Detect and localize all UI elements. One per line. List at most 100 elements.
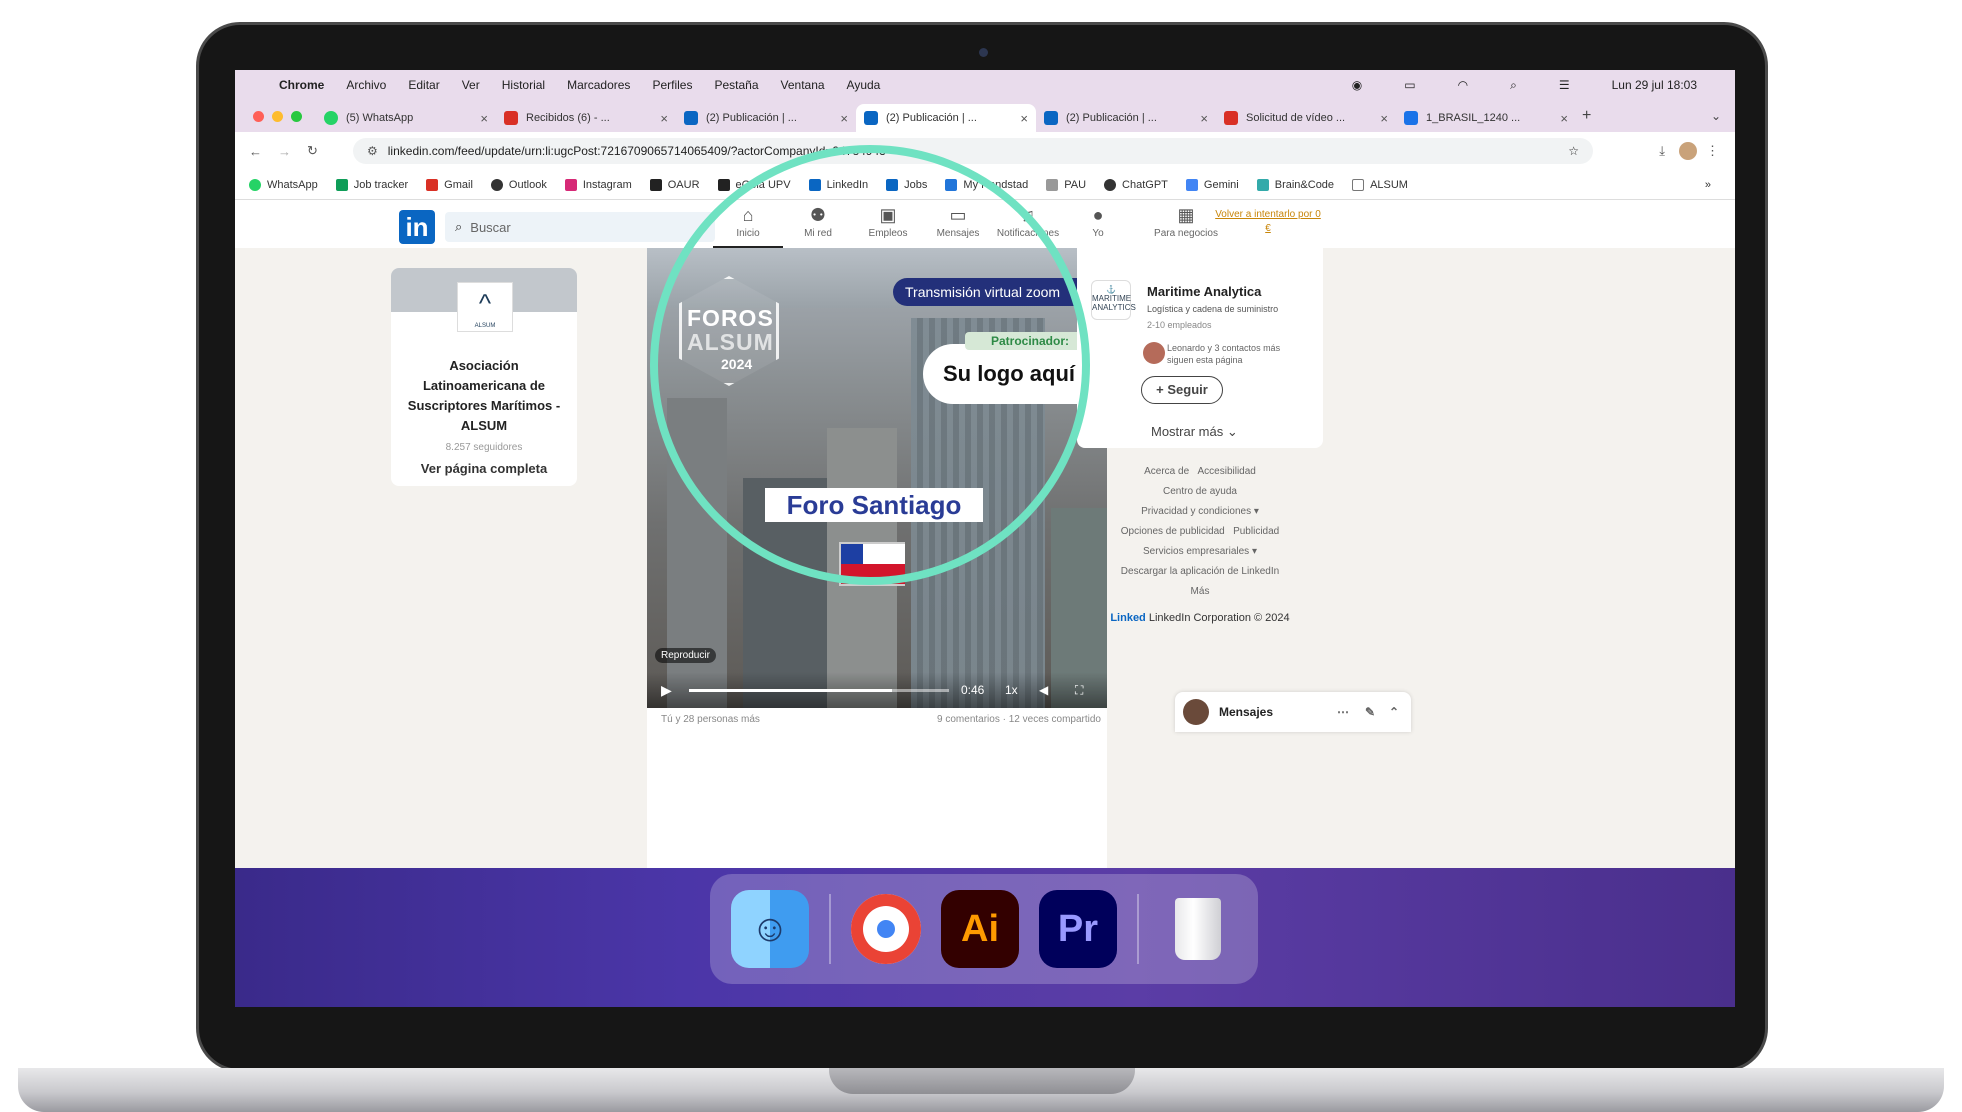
bookmark-linkedin[interactable]: LinkedIn (808, 178, 868, 191)
footer-privacidad[interactable]: Privacidad y condiciones ▾ (1077, 502, 1323, 522)
tab-publicacion-3[interactable]: (2) Publicación | ... × (1036, 104, 1216, 132)
footer-publicidad[interactable]: Publicidad (1233, 526, 1279, 537)
reload-icon[interactable]: ↻ (307, 143, 318, 159)
menu-pestana[interactable]: Pestaña (714, 78, 758, 92)
show-more-button[interactable]: Mostrar más ⌄ (1151, 424, 1238, 440)
menu-historial[interactable]: Historial (502, 78, 545, 92)
bookmark-alsum[interactable]: ALSUM (1352, 178, 1408, 191)
menu-chrome[interactable]: Chrome (279, 78, 324, 92)
battery-icon[interactable]: ▭ (1404, 78, 1415, 92)
control-icon[interactable]: ☰ (1559, 78, 1570, 92)
footer-descargar[interactable]: Descargar la aplicación de LinkedIn (1077, 562, 1323, 582)
tab-whatsapp[interactable]: (5) WhatsApp × (316, 104, 496, 132)
play-icon[interactable]: ▶ (661, 682, 672, 699)
nav-empleos[interactable]: ▣ Empleos (853, 204, 923, 239)
zoom-button[interactable] (291, 110, 302, 122)
star-icon[interactable]: ☆ (1568, 144, 1579, 158)
footer-servicios[interactable]: Servicios empresariales ▾ (1077, 542, 1323, 562)
bookmark-pau[interactable]: PAU (1046, 178, 1086, 191)
nav-notificaciones[interactable]: ♫ Notificaciones (993, 204, 1063, 239)
company-name[interactable]: Asociación Latinoamericana de Suscriptor… (391, 356, 577, 436)
bookmark-egela[interactable]: eGela UPV (717, 178, 791, 191)
menu-editar[interactable]: Editar (408, 78, 439, 92)
bookmark-gmail[interactable]: Gmail (426, 178, 473, 191)
finder-icon[interactable]: ☺ (731, 890, 809, 968)
download-icon[interactable]: ⤓ (1659, 143, 1665, 159)
compose-icon[interactable]: ✎ (1365, 705, 1375, 719)
premiere-icon[interactable]: Pr (1039, 890, 1117, 968)
illustrator-icon[interactable]: Ai (941, 890, 1019, 968)
bookmark-oaur[interactable]: OAUR (649, 178, 700, 191)
follow-button[interactable]: + Seguir (1141, 376, 1223, 404)
tab-gmail[interactable]: Recibidos (6) - ... × (496, 104, 676, 132)
trash-icon[interactable] (1159, 890, 1237, 968)
footer-mas[interactable]: Más (1077, 582, 1323, 602)
chrome-icon[interactable] (851, 894, 921, 964)
volume-icon[interactable]: ◀ (1039, 683, 1048, 697)
company-name[interactable]: Maritime Analytica (1147, 284, 1261, 299)
site-info-icon[interactable]: ⚙ (367, 144, 378, 158)
search-input[interactable]: ⌕ Buscar (445, 212, 715, 242)
tab-brasil[interactable]: 1_BRASIL_1240 ... × (1396, 104, 1576, 132)
close-window-button[interactable] (253, 110, 264, 122)
menu-perfiles[interactable]: Perfiles (652, 78, 692, 92)
clock[interactable]: Lun 29 jul 18:03 (1612, 78, 1697, 92)
view-page-link[interactable]: Ver página completa (391, 461, 577, 476)
back-icon[interactable]: ← (249, 144, 262, 159)
close-tab-icon[interactable]: × (1380, 111, 1388, 126)
premium-link[interactable]: Volver a intentarlo por 0 € (1213, 208, 1323, 236)
tab-search-icon[interactable]: ⌄ (1711, 109, 1721, 123)
bookmark-jobs[interactable]: Jobs (886, 178, 927, 191)
menu-ventana[interactable]: Ventana (781, 78, 825, 92)
bookmark-chatgpt[interactable]: ChatGPT (1104, 178, 1168, 191)
bookmark-braincode[interactable]: Brain&Code (1256, 178, 1334, 191)
fullscreen-icon[interactable]: ⛶ (1075, 683, 1083, 698)
forward-icon[interactable]: → (278, 144, 291, 159)
new-tab-icon[interactable]: + (1582, 107, 1591, 125)
bookmark-gemini[interactable]: Gemini (1185, 178, 1239, 191)
minimize-button[interactable] (272, 110, 283, 122)
nav-yo[interactable]: ● Yo (1063, 204, 1133, 239)
linkedin-logo[interactable]: in (399, 210, 435, 244)
bookmark-job-tracker[interactable]: Job tracker (335, 178, 408, 191)
close-tab-icon[interactable]: × (660, 111, 668, 126)
bookmark-randstad[interactable]: My Randstad (945, 178, 1028, 191)
comments-shares[interactable]: 9 comentarios · 12 veces compartido (937, 714, 1101, 725)
footer-acerca[interactable]: Acerca de (1144, 466, 1189, 477)
footer-accesibilidad[interactable]: Accesibilidad (1198, 466, 1256, 477)
progress-bar[interactable] (689, 689, 949, 692)
avatar[interactable] (1679, 142, 1697, 160)
close-tab-icon[interactable]: × (1200, 111, 1208, 126)
close-tab-icon[interactable]: × (840, 111, 848, 126)
messaging-bar[interactable]: Mensajes ⋯ ✎ ⌃ (1175, 692, 1411, 732)
url-field[interactable]: ⚙ linkedin.com/feed/update/urn:li:ugcPos… (353, 138, 1593, 164)
menu-ver[interactable]: Ver (462, 78, 480, 92)
tab-solicitud[interactable]: Solicitud de vídeo ... × (1216, 104, 1396, 132)
menu-dots-icon[interactable]: ⋮ (1706, 143, 1719, 159)
close-tab-icon[interactable]: × (480, 111, 488, 126)
chevron-up-icon[interactable]: ⌃ (1389, 705, 1399, 719)
more-icon[interactable]: ⋯ (1337, 705, 1349, 719)
bookmark-whatsapp[interactable]: WhatsApp (249, 178, 318, 191)
nav-inicio[interactable]: ⌂ Inicio (713, 204, 783, 248)
tab-publicacion-active[interactable]: (2) Publicación | ... × (856, 104, 1036, 132)
nav-mi-red[interactable]: ⚉ Mi red (783, 204, 853, 239)
control-center-icon[interactable]: ◉ (1352, 78, 1362, 92)
reactions-count[interactable]: Tú y 28 personas más (661, 714, 760, 725)
menu-archivo[interactable]: Archivo (346, 78, 386, 92)
footer-ayuda[interactable]: Centro de ayuda (1077, 482, 1323, 502)
wifi-icon[interactable]: ◠ (1458, 78, 1468, 92)
menu-ayuda[interactable]: Ayuda (847, 78, 881, 92)
nav-mensajes[interactable]: ▭ Mensajes (923, 204, 993, 239)
close-tab-icon[interactable]: × (1560, 111, 1568, 126)
alsum-logo[interactable]: ^ ALSUM (457, 282, 513, 332)
more-bookmarks-icon[interactable]: » (1705, 179, 1711, 191)
bookmark-instagram[interactable]: Instagram (564, 178, 632, 191)
search-icon[interactable]: ⌕ (1510, 78, 1517, 93)
tab-publicacion-1[interactable]: (2) Publicación | ... × (676, 104, 856, 132)
video-player[interactable]: FOROS ALSUM 2024 Transmisión virtual zoom… (647, 248, 1107, 708)
close-tab-icon[interactable]: × (1020, 111, 1028, 126)
bookmark-outlook[interactable]: Outlook (490, 178, 547, 191)
footer-opciones[interactable]: Opciones de publicidad (1121, 526, 1225, 537)
menu-marcadores[interactable]: Marcadores (567, 78, 630, 92)
